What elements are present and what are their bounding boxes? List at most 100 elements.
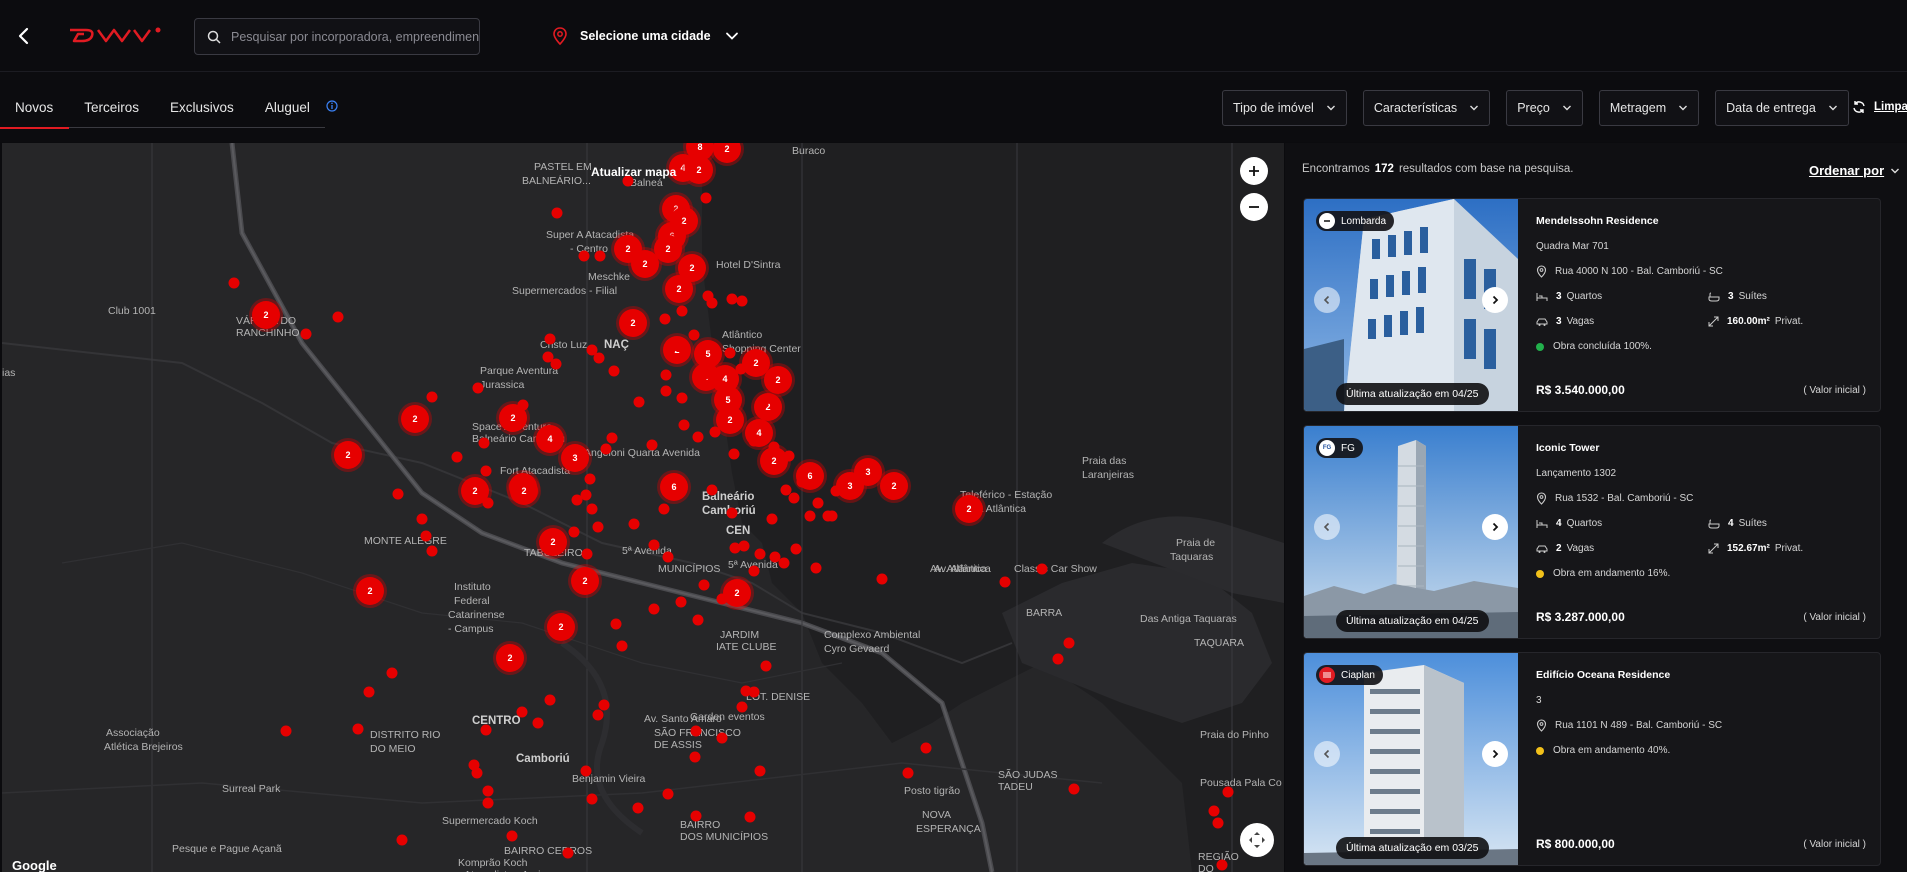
map-property-marker[interactable] [659, 313, 671, 325]
map-property-marker[interactable] [426, 545, 438, 557]
next-photo-button[interactable] [1482, 514, 1508, 540]
property-photo[interactable]: Ciaplan Última atualização em 03/25 [1304, 653, 1518, 865]
map-property-marker[interactable] [1036, 563, 1048, 575]
map-cluster-marker[interactable]: 2 [252, 301, 280, 329]
map-property-marker[interactable] [1222, 786, 1234, 798]
map-property-marker[interactable] [482, 797, 494, 809]
tab-terceiros[interactable]: Terceiros [69, 98, 155, 128]
map-property-marker[interactable] [812, 497, 824, 509]
map-cluster-marker[interactable]: 6 [660, 473, 688, 501]
map-property-marker[interactable] [600, 443, 612, 455]
map-cluster-marker[interactable]: 2 [665, 275, 693, 303]
clear-filters-button[interactable]: Limpar [1852, 100, 1907, 114]
map-property-marker[interactable] [672, 340, 684, 352]
property-photo[interactable]: Lombarda Última atualização em 04/25 [1304, 199, 1518, 411]
map-cluster-marker[interactable]: 2 [685, 156, 713, 184]
map-property-marker[interactable] [796, 476, 808, 488]
map-property-marker[interactable] [363, 686, 375, 698]
map-cluster-marker[interactable]: 2 [955, 495, 983, 523]
map-cluster-marker[interactable]: 3 [836, 472, 864, 500]
map-property-marker[interactable] [471, 767, 483, 779]
map-cluster-marker[interactable]: 2 [547, 613, 575, 641]
property-photo[interactable]: FG FG Última atualização em 04/25 [1304, 426, 1518, 638]
map-property-marker[interactable] [1216, 859, 1228, 871]
tab-exclusivos[interactable]: Exclusivos [155, 98, 250, 128]
map-property-marker[interactable] [748, 686, 760, 698]
map-property-marker[interactable] [804, 510, 816, 522]
map-property-marker[interactable] [578, 250, 590, 262]
map-property-marker[interactable] [593, 352, 605, 364]
map-property-marker[interactable] [592, 521, 604, 533]
map-property-marker[interactable] [416, 513, 428, 525]
previous-photo-button[interactable] [1314, 514, 1340, 540]
tab-aluguel[interactable]: Aluguel [250, 98, 326, 128]
city-selector[interactable]: Selecione uma cidade [552, 24, 739, 48]
map-property-marker[interactable] [760, 660, 772, 672]
map-property-marker[interactable] [726, 507, 738, 519]
map-property-marker[interactable] [544, 694, 556, 706]
map-property-marker[interactable] [678, 419, 690, 431]
map-property-marker[interactable] [544, 333, 556, 345]
map-property-marker[interactable] [598, 699, 610, 711]
map-property-marker[interactable] [716, 732, 728, 744]
map-property-marker[interactable] [729, 542, 741, 554]
map-property-marker[interactable] [648, 603, 660, 615]
map-cluster-marker[interactable]: 2 [619, 309, 647, 337]
next-photo-button[interactable] [1482, 741, 1508, 767]
map-property-marker[interactable] [610, 618, 622, 630]
map-property-marker[interactable] [482, 785, 494, 797]
map-property-marker[interactable] [478, 437, 490, 449]
map-property-marker[interactable] [426, 391, 438, 403]
map-property-marker[interactable] [584, 473, 596, 485]
map-property-marker[interactable] [571, 494, 583, 506]
tab-novos[interactable]: Novos [0, 98, 70, 129]
map-property-marker[interactable] [810, 562, 822, 574]
map-cluster-marker[interactable]: 2 [723, 579, 751, 607]
map-property-marker[interactable] [769, 551, 781, 563]
map-cluster-marker[interactable]: 2 [539, 528, 567, 556]
map-property-marker[interactable] [550, 358, 562, 370]
info-icon[interactable] [326, 100, 338, 112]
map-property-marker[interactable] [662, 551, 674, 563]
map-cluster-marker[interactable]: 2 [356, 577, 384, 605]
map-property-marker[interactable] [675, 596, 687, 608]
map-property-marker[interactable] [709, 426, 721, 438]
map-property-marker[interactable] [902, 767, 914, 779]
map-property-marker[interactable] [606, 432, 618, 444]
map-property-marker[interactable] [735, 363, 747, 375]
map-cluster-marker[interactable]: 2 [496, 644, 524, 672]
map-property-marker[interactable] [532, 717, 544, 729]
map-property-marker[interactable] [660, 369, 672, 381]
map-property-marker[interactable] [228, 277, 240, 289]
map-property-marker[interactable] [826, 510, 838, 522]
zoom-in-button[interactable] [1240, 157, 1268, 185]
map-view[interactable]: Buraco PASTEL EM BALNEÁRIO... Balneá Super A… [2, 143, 1284, 872]
map-property-marker[interactable] [633, 396, 645, 408]
map-property-marker[interactable] [766, 513, 778, 525]
map-property-marker[interactable] [676, 305, 688, 317]
map-property-marker[interactable] [562, 847, 574, 859]
map-property-marker[interactable] [628, 518, 640, 530]
fullscreen-button[interactable] [1240, 823, 1274, 857]
map-property-marker[interactable] [420, 530, 432, 542]
map-property-marker[interactable] [690, 810, 702, 822]
map-property-marker[interactable] [581, 548, 593, 560]
map-property-marker[interactable] [699, 368, 711, 380]
map-property-marker[interactable] [480, 724, 492, 736]
map-property-marker[interactable] [748, 435, 760, 447]
map-property-marker[interactable] [876, 573, 888, 585]
map-property-marker[interactable] [516, 706, 528, 718]
map-property-marker[interactable] [472, 382, 484, 394]
map-property-marker[interactable] [744, 811, 756, 823]
map-property-marker[interactable] [280, 725, 292, 737]
map-property-marker[interactable] [616, 640, 628, 652]
map-property-marker[interactable] [724, 347, 736, 359]
map-property-marker[interactable] [692, 614, 704, 626]
map-property-marker[interactable] [352, 723, 364, 735]
map-property-marker[interactable] [754, 548, 766, 560]
filter-price[interactable]: Preço [1506, 90, 1583, 126]
map-property-marker[interactable] [1212, 817, 1224, 829]
previous-photo-button[interactable] [1314, 741, 1340, 767]
map-property-marker[interactable] [790, 543, 802, 555]
filter-features[interactable]: Características [1362, 90, 1491, 126]
